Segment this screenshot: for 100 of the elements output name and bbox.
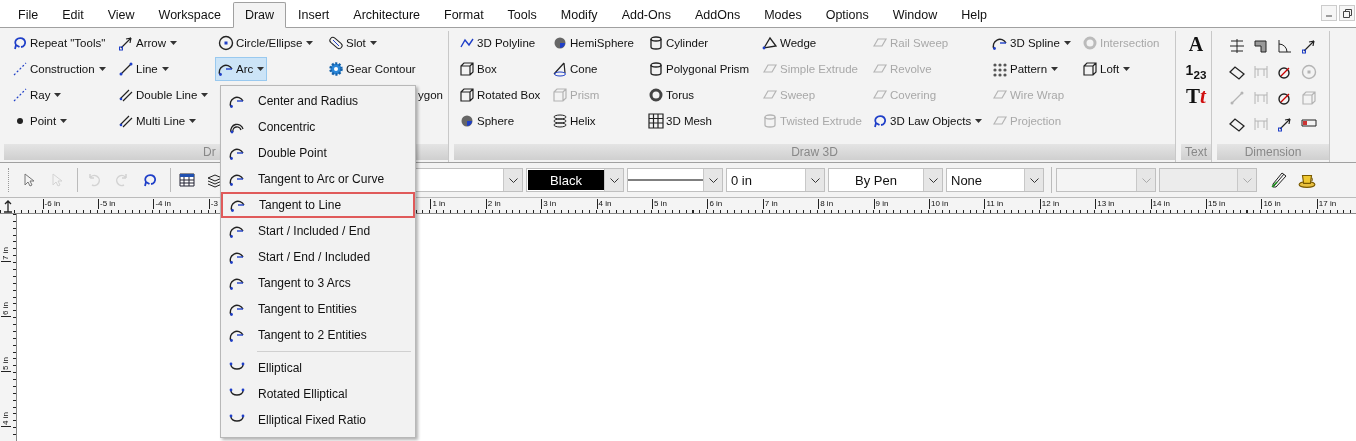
ruler-label: 9 in <box>873 199 889 209</box>
ribbon-button[interactable]: Cylinder <box>645 31 712 55</box>
chevron-icon <box>609 177 619 183</box>
menu-item[interactable]: Start / End / Included <box>221 244 415 270</box>
group-label: Draw 3D <box>454 144 1175 160</box>
caret-icon <box>60 119 68 123</box>
menu-tab[interactable]: Window <box>880 2 950 28</box>
caret-icon <box>1051 67 1059 71</box>
caret-icon <box>170 41 178 45</box>
ribbon-button[interactable]: Loft <box>1079 57 1134 81</box>
menu-tab[interactable]: Architecture <box>341 2 432 28</box>
ribbon-button[interactable]: 3D Spline <box>989 31 1074 55</box>
ruler-label: 7 in <box>1 247 11 262</box>
diamond-icon <box>1229 64 1245 80</box>
menu-tab[interactable]: File <box>6 2 51 28</box>
ribbon-button[interactable]: Double Line <box>115 83 212 107</box>
menu-tab[interactable]: Edit <box>50 2 96 28</box>
angle-icon <box>1277 38 1293 54</box>
caret-icon <box>975 119 983 123</box>
menu-tab[interactable]: Workspace <box>146 2 233 28</box>
double-line-icon <box>118 87 134 103</box>
restore-button[interactable] <box>1339 5 1355 21</box>
ribbon-button[interactable]: Multi Line <box>115 109 200 133</box>
menu-tab[interactable]: Help <box>949 2 999 28</box>
ruler-label: 5 in <box>652 199 667 209</box>
dropdown-field[interactable]: By Pen <box>828 168 943 192</box>
ribbon-button[interactable]: Polygonal Prism <box>645 57 753 81</box>
ribbon-button[interactable]: ygon <box>415 83 446 107</box>
gauge-icon <box>1277 64 1293 80</box>
dropdown-field[interactable]: Black <box>526 168 624 192</box>
menu-item[interactable]: Tangent to Entities <box>221 296 415 322</box>
arrow-icon <box>1301 38 1317 54</box>
ribbon-button[interactable]: Rotated Box <box>456 83 544 107</box>
ribbon-button[interactable]: 3D Mesh <box>645 109 716 133</box>
menu-tab[interactable]: Modes <box>752 2 814 28</box>
ribbon-button[interactable]: Construction <box>9 57 109 81</box>
dropdown-value: By Pen <box>854 171 898 190</box>
menu-tab[interactable]: Draw <box>232 2 287 28</box>
dashed-line-icon <box>12 61 28 77</box>
menu-item[interactable]: Elliptical <box>221 355 415 381</box>
ribbon-button[interactable]: Repeat "Tools" <box>9 31 109 55</box>
text-tool-button[interactable]: A <box>1187 31 1205 57</box>
menu-item[interactable]: Center and Radius <box>221 88 415 114</box>
chevron-icon <box>508 177 518 183</box>
cylinder-icon <box>762 113 778 129</box>
line-icon <box>118 61 134 77</box>
menu-tab[interactable]: Add-Ons <box>609 2 683 28</box>
ribbon-button[interactable]: Point <box>9 109 71 133</box>
dropdown-field[interactable]: 0 in <box>726 168 825 192</box>
menu-item[interactable]: Elliptical Fixed Ratio <box>221 407 415 433</box>
ribbon-button[interactable]: Wedge <box>759 31 820 55</box>
ribbon-button[interactable]: Circle/Ellipse <box>215 31 317 55</box>
menu-item[interactable]: Tangent to 2 Entities <box>221 322 415 348</box>
ribbon-button[interactable]: HemiSphere <box>549 31 637 55</box>
caret-icon <box>257 67 265 71</box>
menu-item[interactable]: Start / Included / End <box>221 218 415 244</box>
ruler-label: 5 in <box>1 357 11 372</box>
menu-tab[interactable]: Modify <box>548 2 610 28</box>
ribbon-button[interactable]: Pattern <box>989 57 1062 81</box>
text-tool-button[interactable]: Tt <box>1185 83 1207 109</box>
menu-tab[interactable]: Insert <box>286 2 342 28</box>
menu-tab[interactable]: View <box>95 2 147 28</box>
ribbon-button[interactable]: Cone <box>549 57 601 81</box>
ruler-label: 7 in <box>762 199 778 209</box>
ribbon-button[interactable]: Gear Contour <box>325 57 419 81</box>
menu-item[interactable]: Tangent to Arc or Curve <box>221 166 415 192</box>
menu-tab[interactable]: Options <box>813 2 881 28</box>
sphere-icon <box>459 113 475 129</box>
cursor-icon <box>49 172 65 188</box>
ribbon-button[interactable]: Arc <box>215 57 268 81</box>
ribbon-button[interactable]: Torus <box>645 83 698 107</box>
caret-icon <box>1123 67 1131 71</box>
dropdown-field[interactable]: None <box>946 168 1044 192</box>
menu-tab[interactable]: Tools <box>495 2 549 28</box>
ribbon-button[interactable]: Helix <box>549 109 599 133</box>
color-value: Black <box>528 170 604 190</box>
menu-item[interactable]: Tangent to Line <box>221 192 415 218</box>
caret-icon <box>369 41 377 45</box>
menu-tab[interactable]: Format <box>432 2 496 28</box>
restore-icon <box>1342 8 1352 18</box>
ribbon-button[interactable]: Ray <box>9 83 65 107</box>
dropdown-field[interactable] <box>627 168 723 192</box>
ribbon-button[interactable]: Arrow <box>115 31 181 55</box>
ribbon-button[interactable]: 3D Law Objects <box>869 109 986 133</box>
ruler-label: 4 in <box>1 412 11 427</box>
ribbon-button[interactable]: Line <box>115 57 172 81</box>
ruler-label: 6 in <box>1 302 11 317</box>
ribbon-button[interactable]: Slot <box>325 31 380 55</box>
menu-item[interactable]: Concentric <box>221 114 415 140</box>
ruler-label: -6 in <box>42 199 61 209</box>
cone-icon <box>552 61 568 77</box>
menu-tab[interactable]: AddOns <box>682 2 753 28</box>
ruler-label: 10 in <box>929 199 949 209</box>
menu-item[interactable]: Tangent to 3 Arcs <box>221 270 415 296</box>
line-icon <box>1229 90 1245 106</box>
caret-icon <box>161 67 169 71</box>
ribbon-button[interactable]: 3D Polyline <box>456 31 539 55</box>
ribbon-button[interactable]: Sphere <box>456 109 518 133</box>
menu-item[interactable]: Rotated Elliptical <box>221 381 415 407</box>
ribbon-button[interactable]: Box <box>456 57 500 81</box>
